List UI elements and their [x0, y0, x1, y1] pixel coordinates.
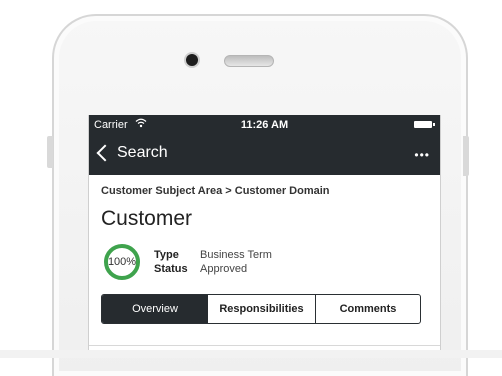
chevron-left-icon [96, 144, 114, 162]
detail-content: Customer Subject Area > Customer Domain … [89, 185, 440, 324]
detail-key: Status [154, 263, 188, 275]
phone-screen: Carrier 11:26 AM Search ••• Customer Sub… [88, 115, 441, 358]
segmented-tabs: Overview Responsibilities Comments [101, 294, 421, 324]
status-time: 11:26 AM [240, 119, 289, 131]
tab-comments[interactable]: Comments [316, 295, 420, 323]
more-options-button[interactable]: ••• [414, 148, 430, 162]
battery-icon [414, 121, 435, 128]
completeness-value: 100% [107, 256, 137, 268]
detail-row-status: Status Approved [154, 262, 272, 276]
detail-value: Approved [200, 263, 248, 275]
earpiece-speaker [224, 55, 274, 67]
back-label: Search [117, 144, 168, 161]
section-divider [89, 345, 440, 346]
asset-details: Type Business Term Status Approved [154, 248, 272, 276]
front-camera [186, 54, 198, 66]
tab-responsibilities[interactable]: Responsibilities [208, 295, 316, 323]
bottom-edge [0, 350, 502, 358]
completeness-progress-ring: 100% [104, 244, 140, 280]
back-button[interactable]: Search [95, 144, 168, 162]
breadcrumb: Customer Subject Area > Customer Domain [101, 185, 330, 197]
phone-side-button [47, 136, 53, 168]
detail-value: Business Term [200, 249, 272, 261]
phone-power-button [463, 136, 469, 176]
detail-row-type: Type Business Term [154, 248, 272, 262]
page-title: Customer [101, 207, 193, 230]
tab-overview[interactable]: Overview [102, 295, 208, 323]
status-bar: Carrier 11:26 AM [89, 115, 440, 135]
detail-key: Type [154, 249, 179, 261]
navigation-bar: Search ••• [89, 135, 440, 175]
asset-summary: 100% Type Business Term Status Approved [101, 244, 428, 280]
